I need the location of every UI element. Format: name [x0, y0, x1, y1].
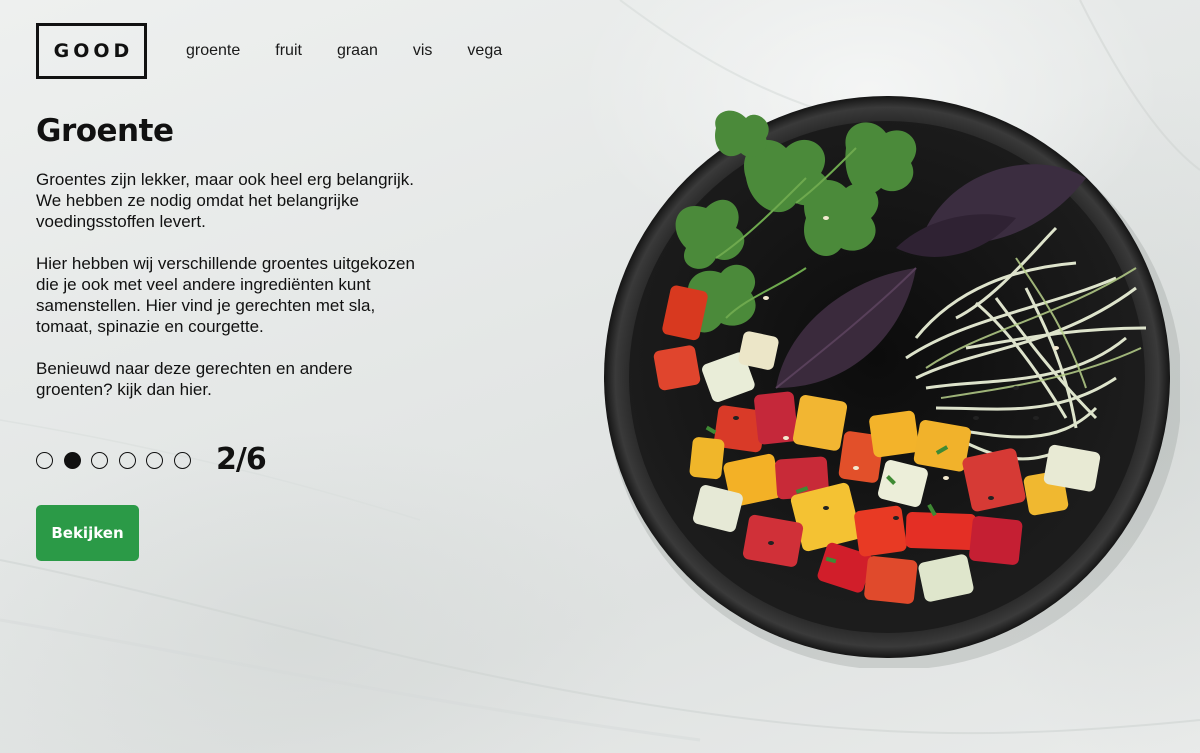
text-line: tomaat, spinazie en courgette.	[36, 317, 264, 336]
nav-item-groente[interactable]: groente	[186, 42, 240, 60]
page-title: Groente	[36, 113, 174, 149]
text-line: We hebben ze nodig omdat het belangrijke	[36, 191, 359, 210]
carousel-counter: 2/6	[216, 442, 267, 477]
carousel-dot-6[interactable]	[173, 452, 191, 469]
carousel-dot-1[interactable]	[36, 452, 53, 469]
text-line: samenstellen. Hier vind je gerechten met…	[36, 296, 376, 315]
text-line: Benieuwd naar deze gerechten en andere	[36, 359, 353, 378]
carousel-dots	[36, 452, 201, 469]
text-line: Hier hebben wij verschillende groentes u…	[36, 254, 415, 273]
text-line: Groentes zijn lekker, maar ook heel erg …	[36, 170, 414, 189]
view-button[interactable]: Bekijken	[36, 505, 139, 561]
nav-item-vis[interactable]: vis	[413, 42, 433, 60]
brand-logo[interactable]: GOOD	[36, 23, 147, 79]
selection-paragraph: Hier hebben wij verschillende groentes u…	[36, 253, 476, 337]
intro-paragraph: Groentes zijn lekker, maar ook heel erg …	[36, 169, 476, 232]
nav-item-fruit[interactable]: fruit	[275, 42, 302, 60]
text-line: die je ook met veel andere ingrediënten …	[36, 275, 371, 294]
cta-paragraph: Benieuwd naar deze gerechten en andere g…	[36, 358, 476, 400]
carousel-dot-2[interactable]	[63, 452, 81, 469]
text-line: groenten? kijk dan hier.	[36, 380, 212, 399]
text-line: voedingsstoffen levert.	[36, 212, 206, 231]
carousel-dot-3[interactable]	[91, 452, 108, 469]
nav-item-graan[interactable]: graan	[337, 42, 378, 60]
carousel-dot-5[interactable]	[146, 452, 163, 469]
main-nav: groente fruit graan vis vega	[186, 42, 502, 60]
nav-item-vega[interactable]: vega	[467, 42, 502, 60]
salad-bowl-image	[604, 96, 1180, 668]
carousel-dot-4[interactable]	[118, 452, 136, 469]
